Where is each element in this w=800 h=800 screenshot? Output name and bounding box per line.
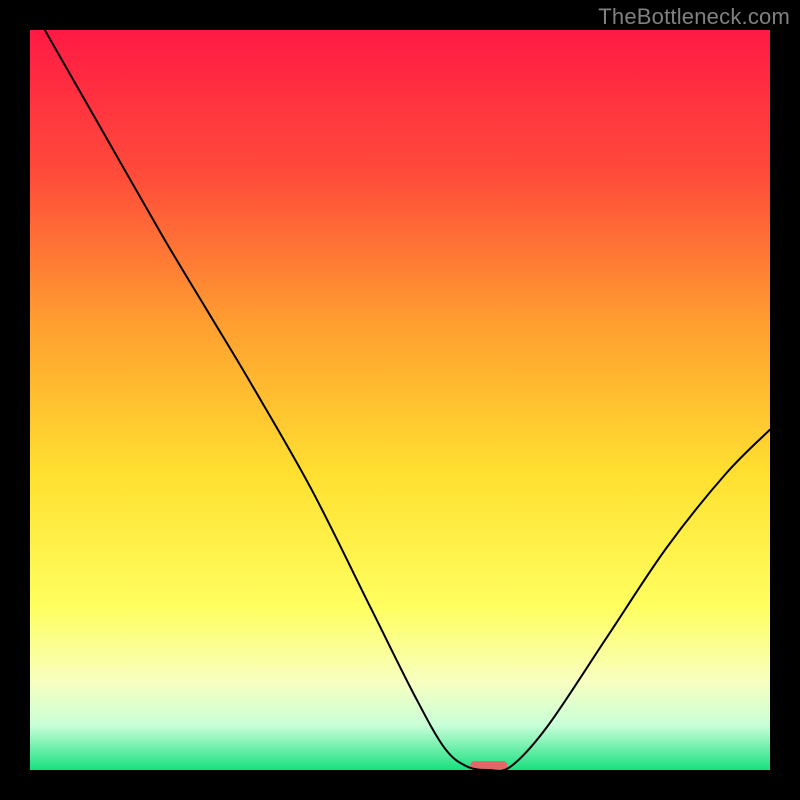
plot-area [30, 30, 770, 770]
chart-svg [30, 30, 770, 770]
gradient-background [30, 30, 770, 770]
watermark-text: TheBottleneck.com [598, 4, 790, 30]
chart-frame: TheBottleneck.com [0, 0, 800, 800]
